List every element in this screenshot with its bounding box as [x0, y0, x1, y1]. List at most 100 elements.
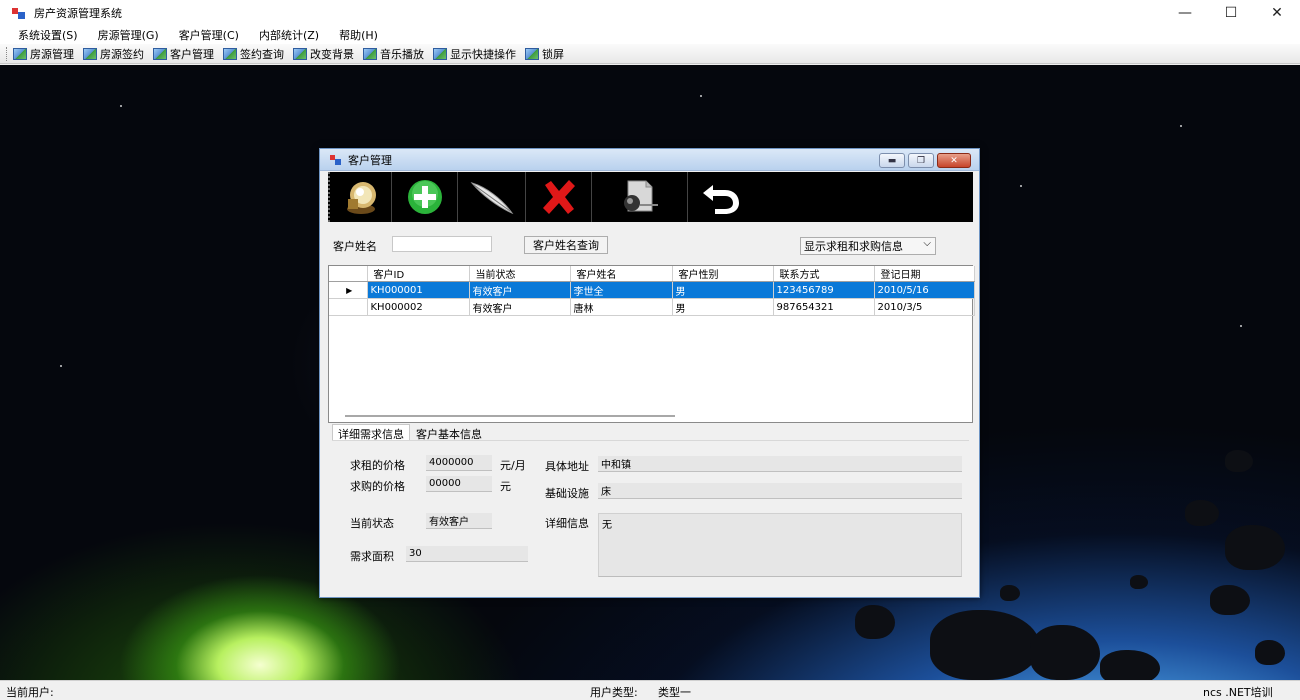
table-cell[interactable]: 唐林 [570, 298, 673, 316]
query-button[interactable] [328, 172, 392, 222]
toolbar-grip[interactable] [6, 46, 9, 61]
table-row[interactable]: KH000002 有效客户 唐林 男 987654321 2010/3/5 [329, 298, 975, 316]
asteroid [1255, 640, 1285, 665]
window-title: 房产资源管理系统 [34, 7, 122, 20]
detail-label: 详细信息 [545, 517, 589, 530]
image-icon [525, 47, 539, 60]
app-icon [12, 6, 26, 20]
menu-internal-statistics[interactable]: 内部统计(Z) [249, 27, 329, 43]
menu-customer-management[interactable]: 客户管理(C) [169, 27, 249, 43]
menu-property-management[interactable]: 房源管理(G) [88, 27, 169, 43]
demand-details-panel: 求租的价格 4000000 元/月 求购的价格 00000 元 当前状态 有效客… [332, 440, 969, 590]
menu-bar: 系统设置(S) 房源管理(G) 客户管理(C) 内部统计(Z) 帮助(H) [0, 26, 1300, 44]
user-type-value: 类型一 [658, 686, 691, 699]
horizontal-scrollbar[interactable] [345, 415, 675, 417]
column-header[interactable]: 登记日期 [874, 266, 975, 282]
add-button[interactable] [392, 172, 458, 222]
facilities-field[interactable]: 床 [598, 483, 962, 499]
table-cell[interactable]: 2010/5/16 [874, 281, 975, 299]
background-star [1020, 185, 1022, 187]
toolbar-signing-query[interactable]: 签约查询 [223, 46, 284, 62]
window-controls: — ☐ ✕ [1162, 0, 1300, 26]
back-button[interactable] [688, 172, 754, 222]
image-icon [13, 47, 27, 60]
child-restore-button[interactable]: ❐ [908, 153, 934, 168]
background-star [1180, 125, 1182, 127]
child-window-controls: ▬ ❐ ✕ [879, 153, 971, 168]
rent-price-label: 求租的价格 [350, 459, 405, 472]
child-minimize-button[interactable]: ▬ [879, 153, 905, 168]
column-header[interactable]: 联系方式 [773, 266, 875, 282]
rent-unit-label: 元/月 [500, 459, 526, 472]
close-button[interactable]: ✕ [1254, 0, 1300, 26]
toolbar-property-management[interactable]: 房源管理 [13, 46, 74, 62]
toolbar-change-background[interactable]: 改变背景 [293, 46, 354, 62]
asteroid [1225, 525, 1285, 570]
table-cell[interactable]: 有效客户 [469, 281, 571, 299]
export-icon [623, 180, 658, 212]
toolbar-label: 房源管理 [30, 47, 74, 61]
tab-demand-details[interactable]: 详细需求信息 [332, 424, 410, 441]
asteroid [1225, 450, 1253, 472]
customer-name-input[interactable] [392, 236, 492, 252]
status-field[interactable]: 有效客户 [426, 513, 492, 529]
export-button[interactable] [592, 172, 688, 222]
window-icon [330, 154, 342, 166]
customer-name-search-button[interactable]: 客户姓名查询 [524, 236, 608, 254]
column-header[interactable]: 客户ID [367, 266, 470, 282]
detail-field[interactable]: 无 [598, 513, 962, 577]
background-star [700, 95, 702, 97]
minimize-button[interactable]: — [1162, 0, 1208, 26]
table-cell[interactable]: KH000002 [367, 298, 470, 316]
toolbar-show-shortcuts[interactable]: 显示快捷操作 [433, 46, 516, 62]
table-cell[interactable]: KH000001 [367, 281, 470, 299]
toolbar-label: 房源签约 [100, 47, 144, 61]
child-close-button[interactable]: ✕ [937, 153, 971, 168]
table-row[interactable]: ▶ KH000001 有效客户 李世全 男 123456789 2010/5/1… [329, 281, 975, 299]
edit-button[interactable] [458, 172, 526, 222]
table-cell[interactable]: 李世全 [570, 281, 673, 299]
table-cell[interactable]: 有效客户 [469, 298, 571, 316]
grid-header-row: 客户ID 当前状态 客户姓名 客户性别 联系方式 登记日期 [329, 266, 975, 282]
customer-name-label: 客户姓名 [333, 240, 377, 253]
menu-help[interactable]: 帮助(H) [329, 27, 388, 43]
table-cell[interactable]: 987654321 [773, 298, 875, 316]
row-header[interactable] [329, 298, 368, 316]
asteroid [855, 605, 895, 639]
toolbar-music-player[interactable]: 音乐播放 [363, 46, 424, 62]
buy-price-field[interactable]: 00000 [426, 476, 492, 492]
image-icon [293, 47, 307, 60]
area-field[interactable]: 30 [406, 546, 528, 562]
column-header[interactable]: 客户性别 [672, 266, 774, 282]
column-header[interactable]: 当前状态 [469, 266, 571, 282]
image-icon [433, 47, 447, 60]
filter-selected-value: 显示求租和求购信息 [804, 240, 903, 253]
tab-customer-basic-info[interactable]: 客户基本信息 [410, 424, 488, 441]
delete-button[interactable] [526, 172, 592, 222]
status-label: 当前状态 [350, 517, 394, 530]
table-cell[interactable]: 男 [672, 298, 774, 316]
toolbar-label: 显示快捷操作 [450, 47, 516, 61]
buy-price-label: 求购的价格 [350, 480, 405, 493]
maximize-button[interactable]: ☐ [1208, 0, 1254, 26]
rent-price-field[interactable]: 4000000 [426, 455, 492, 471]
asteroid [1030, 625, 1100, 680]
toolbar-label: 客户管理 [170, 47, 214, 61]
credit-text: ncs .NET培训 [1203, 686, 1273, 699]
toolbar-property-signing[interactable]: 房源签约 [83, 46, 144, 62]
table-cell[interactable]: 男 [672, 281, 774, 299]
asteroid [1100, 650, 1160, 680]
toolbar-customer-management[interactable]: 客户管理 [153, 46, 214, 62]
chevron-down-icon: ⌵ [923, 238, 931, 249]
table-cell[interactable]: 123456789 [773, 281, 875, 299]
toolbar-label: 改变背景 [310, 47, 354, 61]
menu-system-settings[interactable]: 系统设置(S) [8, 27, 88, 43]
toolbar-lock-screen[interactable]: 锁屏 [525, 46, 564, 62]
buy-unit-label: 元 [500, 480, 511, 493]
address-field[interactable]: 中和镇 [598, 456, 962, 472]
column-header[interactable]: 客户姓名 [570, 266, 673, 282]
table-cell[interactable]: 2010/3/5 [874, 298, 975, 316]
row-indicator[interactable]: ▶ [329, 281, 368, 299]
info-filter-select[interactable]: 显示求租和求购信息 ⌵ [800, 237, 936, 255]
row-header-corner [329, 266, 368, 282]
